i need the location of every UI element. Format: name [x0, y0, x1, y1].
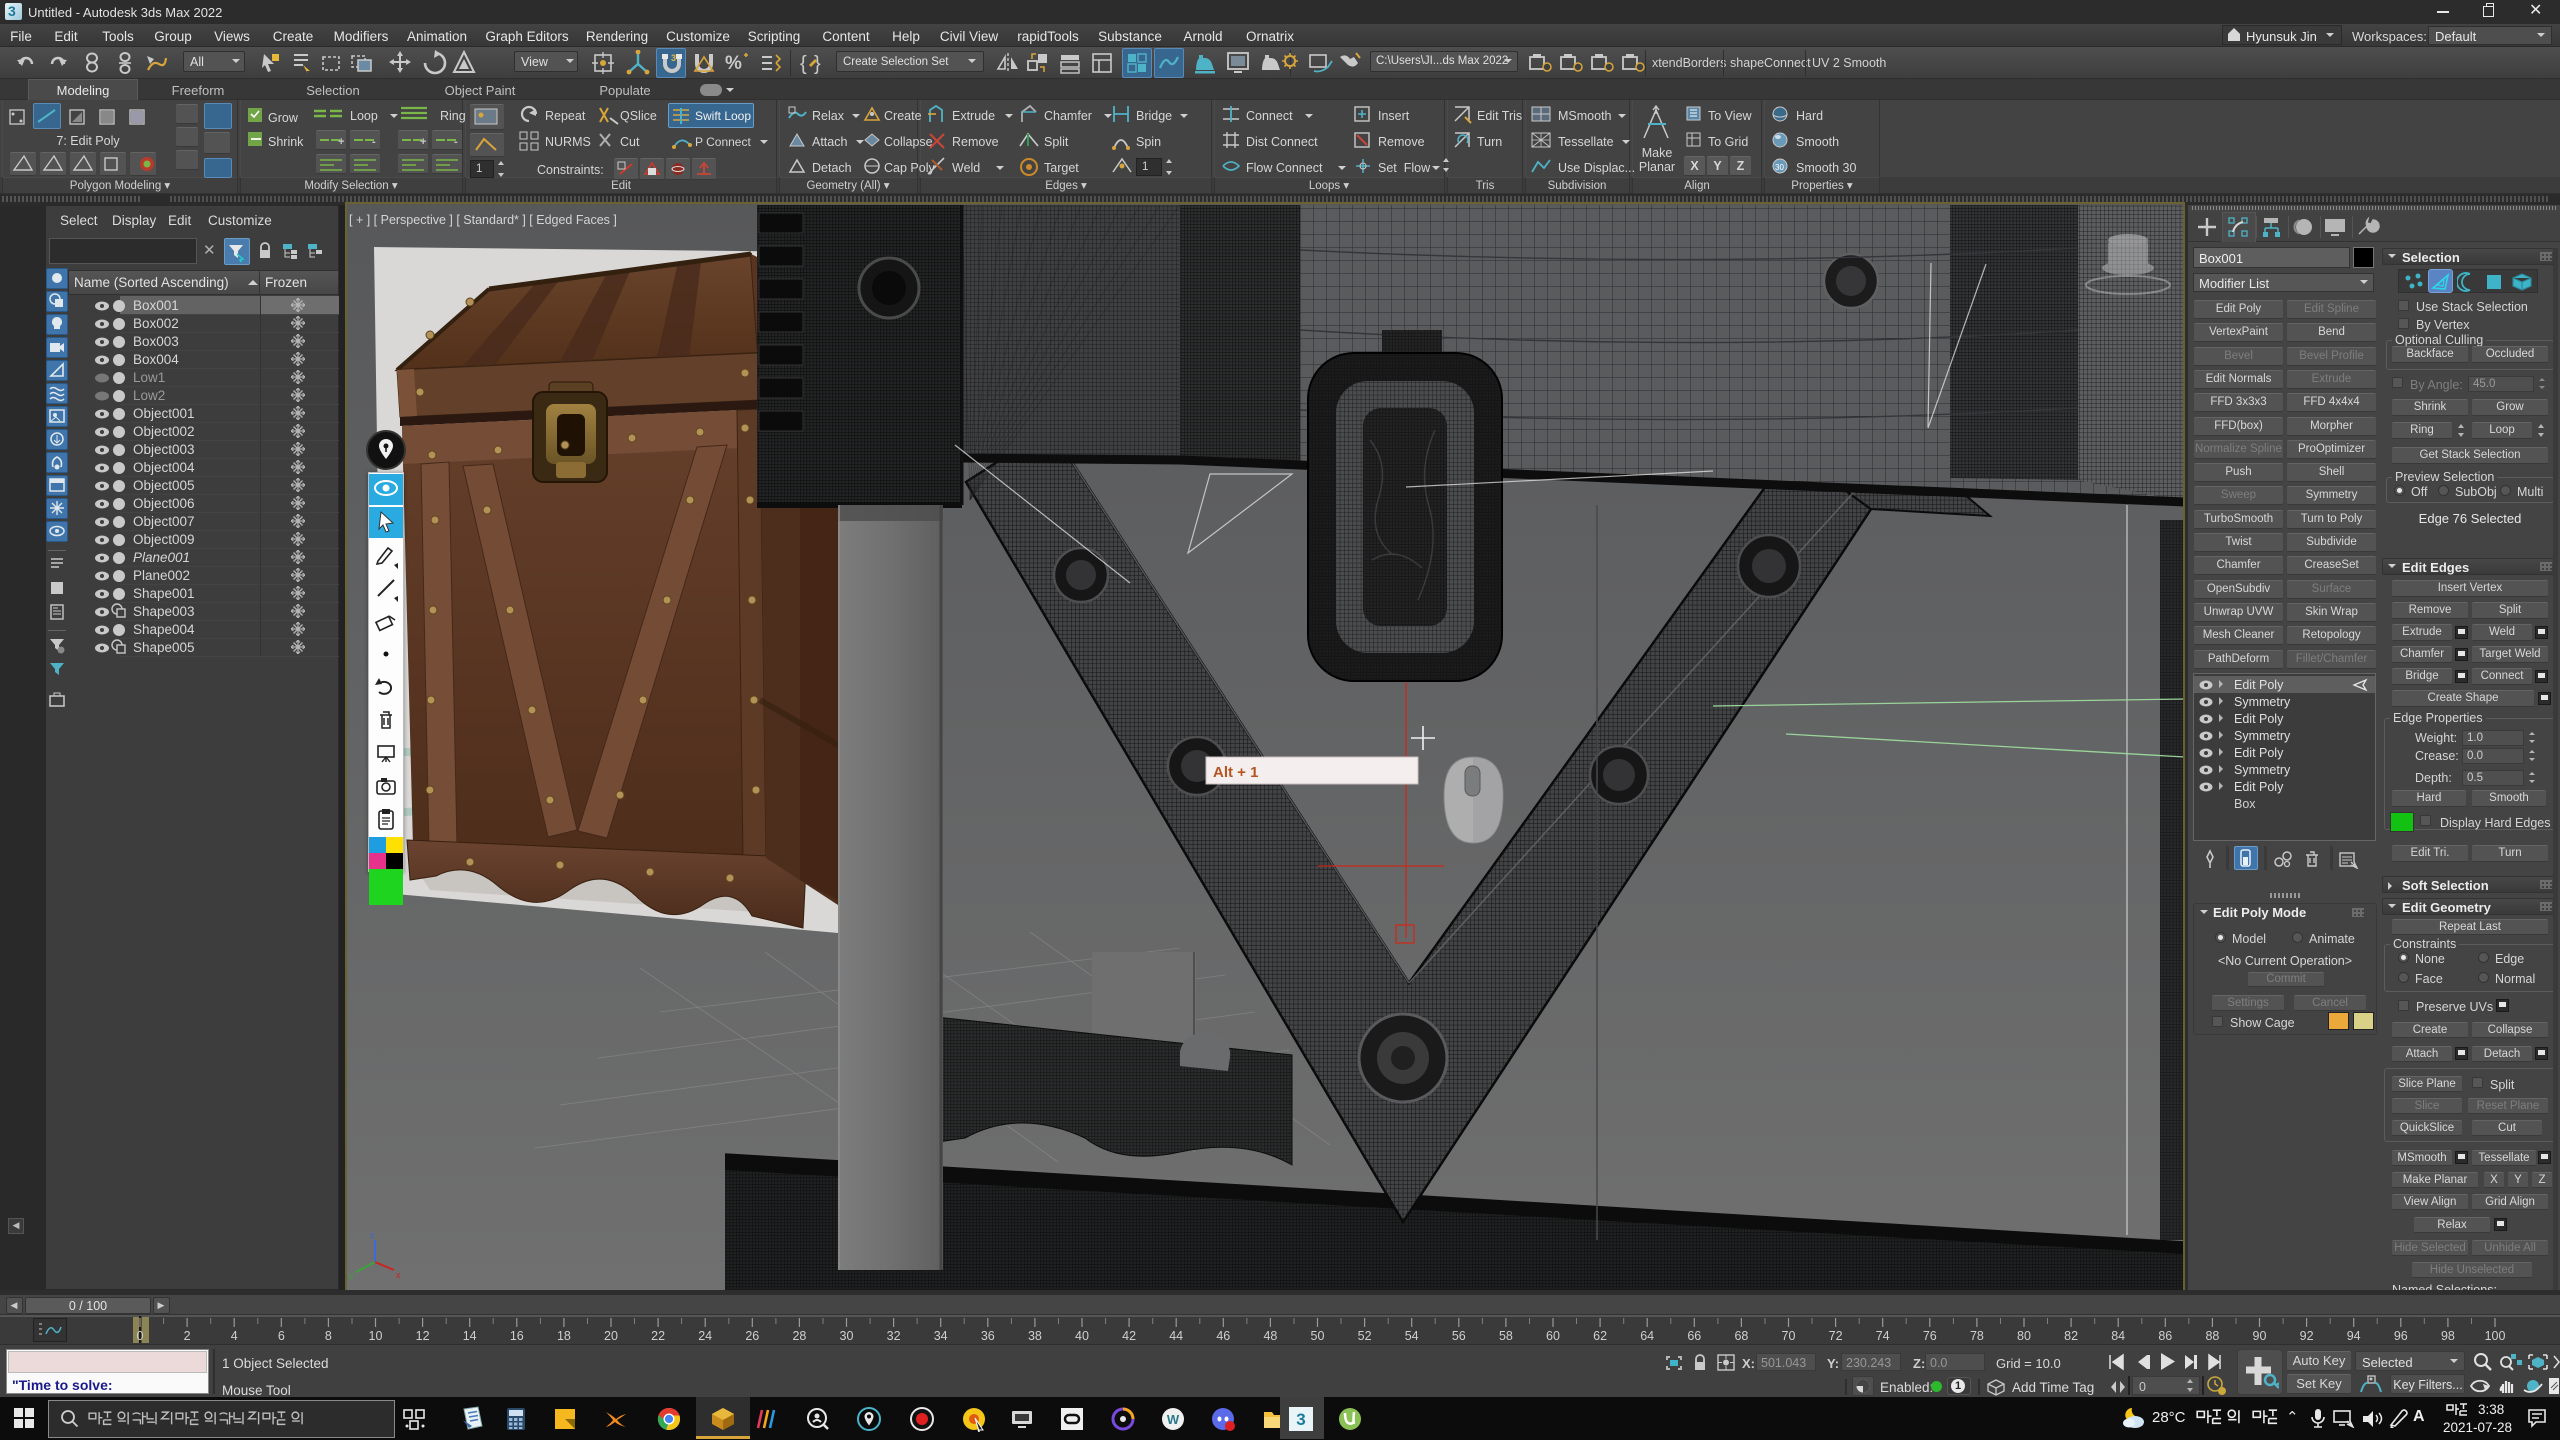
- svg-text:84: 84: [2111, 1329, 2125, 1343]
- svg-text:82: 82: [2064, 1329, 2078, 1343]
- svg-text:88: 88: [2205, 1329, 2219, 1343]
- svg-text:56: 56: [1452, 1329, 1466, 1343]
- svg-text:30: 30: [1775, 163, 1784, 172]
- svg-text:16: 16: [510, 1329, 524, 1343]
- svg-text:20: 20: [604, 1329, 618, 1343]
- svg-text:48: 48: [1263, 1329, 1277, 1343]
- svg-text:46: 46: [1216, 1329, 1230, 1343]
- svg-text:32: 32: [887, 1329, 901, 1343]
- svg-text:68: 68: [1734, 1329, 1748, 1343]
- svg-text:10: 10: [369, 1329, 383, 1343]
- svg-text:3: 3: [671, 53, 676, 63]
- svg-text:Alt + 1: Alt + 1: [1213, 764, 1258, 781]
- svg-text:40: 40: [1075, 1329, 1089, 1343]
- svg-text:+: +: [420, 136, 426, 148]
- svg-text:12: 12: [416, 1329, 430, 1343]
- svg-text:-: -: [454, 136, 458, 148]
- svg-text:78: 78: [1970, 1329, 1984, 1343]
- svg-text:+: +: [338, 136, 344, 148]
- svg-text:24: 24: [698, 1329, 712, 1343]
- svg-text:18: 18: [557, 1329, 571, 1343]
- svg-text:86: 86: [2158, 1329, 2172, 1343]
- svg-text:66: 66: [1687, 1329, 1701, 1343]
- svg-text:50: 50: [1311, 1329, 1325, 1343]
- svg-text:44: 44: [1169, 1329, 1183, 1343]
- svg-text:36: 36: [981, 1329, 995, 1343]
- svg-text:80: 80: [2017, 1329, 2031, 1343]
- svg-text:26: 26: [745, 1329, 759, 1343]
- svg-text:52: 52: [1358, 1329, 1372, 1343]
- svg-text:54: 54: [1405, 1329, 1419, 1343]
- svg-text:34: 34: [934, 1329, 948, 1343]
- svg-text:30: 30: [840, 1329, 854, 1343]
- svg-text:60: 60: [1546, 1329, 1560, 1343]
- svg-text:22: 22: [651, 1329, 665, 1343]
- svg-text:58: 58: [1499, 1329, 1513, 1343]
- svg-text:x: x: [396, 1270, 401, 1280]
- svg-text:72: 72: [1829, 1329, 1843, 1343]
- svg-text:100: 100: [2485, 1329, 2506, 1343]
- svg-text:{: {: [800, 53, 807, 75]
- svg-text:8: 8: [325, 1329, 332, 1343]
- svg-text:2: 2: [184, 1329, 191, 1343]
- svg-text:z: z: [370, 1230, 375, 1240]
- svg-text:98: 98: [2441, 1329, 2455, 1343]
- svg-text:64: 64: [1640, 1329, 1654, 1343]
- svg-text:94: 94: [2347, 1329, 2361, 1343]
- svg-text:28: 28: [792, 1329, 806, 1343]
- svg-text:3: 3: [1296, 1410, 1305, 1429]
- svg-text:y: y: [349, 1270, 354, 1280]
- svg-text:76: 76: [1923, 1329, 1937, 1343]
- svg-text:92: 92: [2300, 1329, 2314, 1343]
- svg-text:14: 14: [463, 1329, 477, 1343]
- svg-text:4: 4: [231, 1329, 238, 1343]
- svg-text:70: 70: [1782, 1329, 1796, 1343]
- svg-text:}: }: [814, 53, 821, 75]
- svg-text:%: %: [725, 53, 742, 74]
- svg-text:90: 90: [2253, 1329, 2267, 1343]
- svg-text:42: 42: [1122, 1329, 1136, 1343]
- svg-text:96: 96: [2394, 1329, 2408, 1343]
- svg-text:74: 74: [1876, 1329, 1890, 1343]
- svg-text:[ + ] [ Perspective ] [ Standa: [ + ] [ Perspective ] [ Standard* ] [ Ed…: [349, 213, 617, 227]
- svg-text:6: 6: [278, 1329, 285, 1343]
- svg-text:62: 62: [1593, 1329, 1607, 1343]
- svg-text:-: -: [372, 136, 376, 148]
- svg-text:W: W: [1167, 1412, 1180, 1427]
- svg-text:0: 0: [137, 1329, 144, 1343]
- svg-text:38: 38: [1028, 1329, 1042, 1343]
